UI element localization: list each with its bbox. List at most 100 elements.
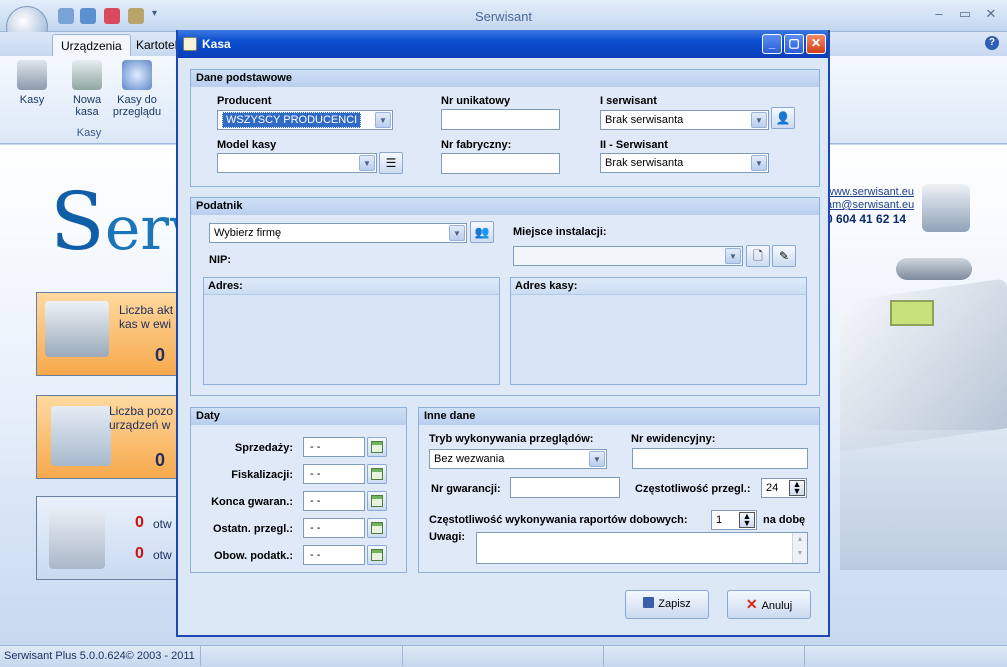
group-daty: Daty Sprzedaży: - - Fiskalizacji: - - Ko… bbox=[190, 407, 407, 573]
nowa-kasa-button[interactable]: Nowa kasa bbox=[62, 60, 112, 118]
kasy-do-przegladu-button[interactable]: Kasy do przeglądu bbox=[112, 60, 162, 118]
statusbar-separator bbox=[603, 646, 604, 666]
calendar-icon bbox=[371, 468, 383, 480]
serwisant1-select[interactable]: Brak serwisanta ▼ bbox=[600, 110, 769, 130]
register-icon bbox=[183, 37, 197, 51]
floppy-icon bbox=[643, 597, 655, 608]
card-open-orders[interactable]: 0 otw 0 otw bbox=[36, 496, 186, 580]
statusbar-separator bbox=[200, 646, 201, 666]
group-header: Dane podstawowe bbox=[191, 70, 819, 87]
nr-fabryczny-input[interactable] bbox=[441, 153, 560, 174]
ostatn-przegl-label: Ostatn. przegl.: bbox=[212, 523, 293, 535]
group-podatnik: Podatnik Wybierz firmę ▼ 👥 NIP: Miejsce … bbox=[190, 197, 820, 396]
nr-ewid-input[interactable] bbox=[632, 448, 808, 469]
obow-podatk-date[interactable]: - - bbox=[303, 545, 365, 565]
czest-value: 24 bbox=[766, 482, 779, 494]
user-edit-icon: 👤 bbox=[775, 111, 791, 125]
chevron-down-icon[interactable]: ▼ bbox=[359, 155, 375, 171]
dialog-minimize-icon[interactable]: _ bbox=[762, 34, 782, 54]
czest-stepper[interactable]: 24 ▲ ▼ bbox=[761, 478, 807, 498]
group-dane-podstawowe: Dane podstawowe Producent WSZYSCY PRODUC… bbox=[190, 69, 820, 187]
edit-icon: ✎ bbox=[778, 249, 790, 263]
close-icon[interactable]: ✕ bbox=[982, 6, 1000, 22]
new-location-button[interactable]: 🗋 bbox=[746, 245, 770, 267]
save-button[interactable]: Zapisz bbox=[625, 590, 709, 619]
adres-kasy-panel: Adres kasy: bbox=[510, 277, 807, 385]
kasy-label: Kasy bbox=[19, 94, 45, 106]
adres-label: Adres: bbox=[204, 278, 499, 295]
add-serwisant-button[interactable]: 👤 bbox=[771, 107, 795, 129]
contact-info: www.serwisant.eu am@serwisant.eu 0 604 4… bbox=[826, 186, 1006, 227]
spin-arrows-icon[interactable]: ▲ ▼ bbox=[739, 512, 755, 528]
app-title: Serwisant bbox=[474, 9, 533, 24]
dialog-maximize-icon[interactable]: ▢ bbox=[784, 34, 804, 54]
reflection-icon bbox=[840, 430, 1007, 570]
calendar-button[interactable] bbox=[367, 464, 387, 484]
calendar-button[interactable] bbox=[367, 491, 387, 511]
group-header: Inne dane bbox=[419, 408, 819, 425]
nr-gwar-input[interactable] bbox=[510, 477, 620, 498]
nowa-kasa-label: Nowa kasa bbox=[72, 94, 102, 118]
chevron-down-icon[interactable]: ▼ bbox=[725, 248, 741, 264]
czest-label: Częstotliwość przegl.: bbox=[635, 483, 751, 495]
model-select[interactable]: ▼ bbox=[217, 153, 377, 173]
group-inne-dane: Inne dane Tryb wykonywania przeglądów: B… bbox=[418, 407, 820, 573]
tab-urzadzenia[interactable]: Urządzenia bbox=[52, 34, 131, 56]
calendar-button[interactable] bbox=[367, 518, 387, 538]
raporty-value: 1 bbox=[716, 514, 723, 526]
scrollbar[interactable]: ▲ ▼ bbox=[792, 533, 807, 563]
raporty-stepper[interactable]: 1 ▲ ▼ bbox=[711, 510, 757, 530]
cancel-x-icon: ✕ bbox=[745, 596, 758, 612]
producent-select[interactable]: WSZYSCY PRODUCENCI ▼ bbox=[217, 110, 393, 130]
serwisant2-select[interactable]: Brak serwisanta ▼ bbox=[600, 153, 769, 173]
open-count-2: 0 bbox=[135, 545, 144, 562]
model-list-button[interactable]: ☰ bbox=[379, 152, 403, 174]
dialog-close-icon[interactable]: ✕ bbox=[806, 34, 826, 54]
obow-podatk-label: Obow. podatk.: bbox=[213, 550, 293, 562]
nr-unikatowy-input[interactable] bbox=[441, 109, 560, 130]
uwagi-textarea[interactable]: ▲ ▼ bbox=[476, 532, 808, 564]
serwisant1-value: Brak serwisanta bbox=[605, 114, 684, 126]
sprzedazy-date[interactable]: - - bbox=[303, 437, 365, 457]
chevron-down-icon[interactable]: ▼ bbox=[751, 155, 767, 171]
calendar-icon bbox=[371, 495, 383, 507]
edit-location-button[interactable]: ✎ bbox=[772, 245, 796, 267]
list-icon: ☰ bbox=[385, 156, 397, 170]
spin-arrows-icon[interactable]: ▲ ▼ bbox=[789, 480, 805, 496]
register-alert-icon bbox=[49, 509, 105, 569]
cancel-button[interactable]: ✕ Anuluj bbox=[727, 590, 811, 619]
ostatn-przegl-date[interactable]: - - bbox=[303, 518, 365, 538]
group-header: Podatnik bbox=[191, 198, 819, 215]
card-remaining-devices[interactable]: Liczba pozo urządzeń w 0 bbox=[36, 395, 186, 479]
adres-panel: Adres: bbox=[203, 277, 500, 385]
calendar-button[interactable] bbox=[367, 545, 387, 565]
statusbar: Serwisant Plus 5.0.0.624© 2003 - 2011 bbox=[0, 645, 1007, 667]
miejsce-select[interactable]: ▼ bbox=[513, 246, 743, 266]
producent-label: Producent bbox=[217, 95, 272, 107]
screen-icon bbox=[890, 300, 934, 326]
calendar-icon bbox=[371, 441, 383, 453]
calendar-button[interactable] bbox=[367, 437, 387, 457]
raporty-suffix: na dobę bbox=[763, 514, 806, 526]
fiskalizacji-date[interactable]: - - bbox=[303, 464, 365, 484]
maximize-icon[interactable]: ▭ bbox=[956, 6, 974, 22]
website-link[interactable]: www.serwisant.eu bbox=[826, 186, 1006, 198]
card-value: 0 bbox=[155, 450, 166, 470]
konca-gwaran-label: Konca gwaran.: bbox=[211, 496, 293, 508]
group-header: Daty bbox=[191, 408, 406, 425]
chevron-down-icon[interactable]: ▼ bbox=[751, 112, 767, 128]
konca-gwaran-date[interactable]: - - bbox=[303, 491, 365, 511]
card-active-registers[interactable]: Liczba akt kas w ewi 0 bbox=[36, 292, 186, 376]
chevron-down-icon[interactable]: ▼ bbox=[449, 225, 465, 241]
chevron-down-icon[interactable]: ▼ bbox=[589, 451, 605, 467]
tryb-select[interactable]: Bez wezwania ▼ bbox=[429, 449, 607, 469]
firma-select[interactable]: Wybierz firmę ▼ bbox=[209, 223, 467, 243]
chevron-down-icon[interactable]: ▼ bbox=[375, 112, 391, 128]
firma-search-button[interactable]: 👥 bbox=[470, 221, 494, 243]
minimize-icon[interactable]: – bbox=[930, 6, 948, 22]
producent-value: WSZYSCY PRODUCENCI bbox=[222, 112, 362, 128]
email-link[interactable]: am@serwisant.eu bbox=[826, 199, 1006, 211]
help-icon[interactable]: ? bbox=[985, 36, 999, 50]
cash-register-icon bbox=[45, 301, 109, 357]
kasy-button[interactable]: Kasy bbox=[7, 60, 57, 106]
